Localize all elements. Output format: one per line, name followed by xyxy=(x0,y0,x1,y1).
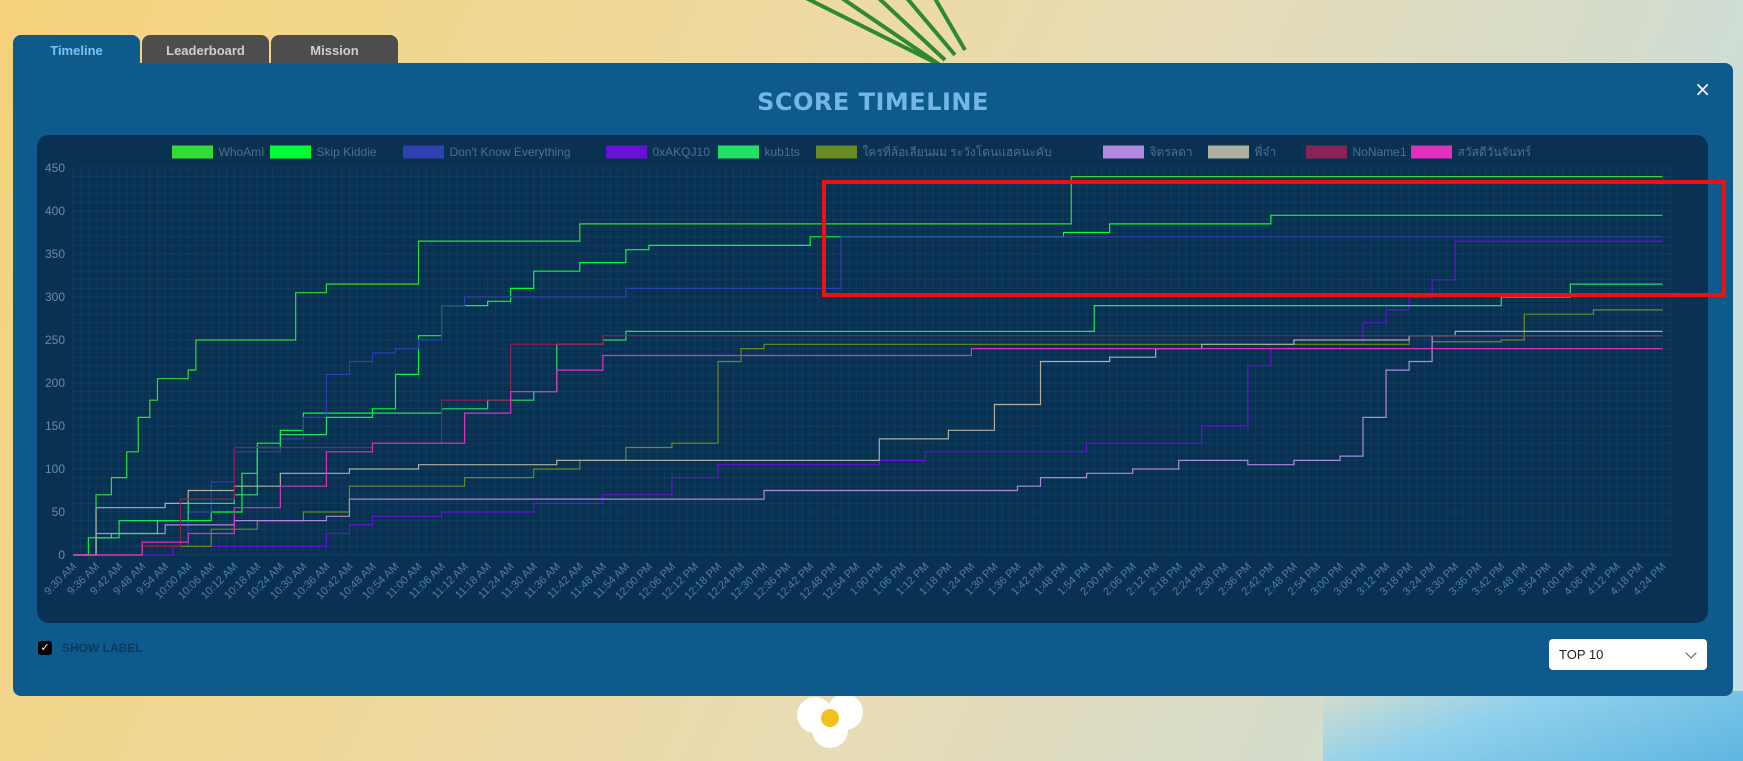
legend-swatch xyxy=(172,145,213,159)
legend-swatch xyxy=(270,145,311,159)
top-n-select-value: TOP 10 xyxy=(1559,647,1604,662)
legend-label: ใครที่ล้อเลียนผม ระวังโดนแฮคนะคับ xyxy=(863,143,1052,159)
highlight-box xyxy=(822,180,1726,297)
legend-label: สวัสดีวันจันทร์ xyxy=(1458,145,1532,159)
tab-mission[interactable]: Mission xyxy=(271,35,398,65)
y-tick-label: 0 xyxy=(58,548,65,562)
flower-decoration xyxy=(797,694,863,748)
y-tick-label: 400 xyxy=(45,204,65,218)
timeline-panel: × SCORE TIMELINE 0 50 100 150 200 250 300 350 40… xyxy=(13,63,1733,696)
legend-swatch xyxy=(718,145,759,159)
legend-label: พี่จ๋า xyxy=(1255,143,1277,159)
tab-timeline[interactable]: Timeline xyxy=(13,35,140,65)
legend-label: WhoAmI xyxy=(219,145,265,159)
legend-swatch xyxy=(816,145,857,159)
legend-swatch xyxy=(1103,145,1144,159)
legend-swatch xyxy=(1208,145,1249,159)
legend-swatch xyxy=(1306,145,1347,159)
tab-leaderboard[interactable]: Leaderboard xyxy=(142,35,269,65)
y-tick-label: 200 xyxy=(45,376,65,390)
y-tick-label: 300 xyxy=(45,290,65,304)
legend-label: NoName1 xyxy=(1353,145,1407,159)
show-labels-toggle[interactable]: ✓ SHOW LABEL xyxy=(38,641,143,655)
y-tick-label: 150 xyxy=(45,419,65,433)
page-title: SCORE TIMELINE xyxy=(757,88,989,116)
y-tick-label: 50 xyxy=(52,505,66,519)
legend-label: จิตรลดา xyxy=(1150,145,1193,159)
show-labels-checkbox[interactable]: ✓ xyxy=(38,641,52,655)
tab-bar: Timeline Leaderboard Mission xyxy=(13,35,398,65)
legend-label: kub1ts xyxy=(765,145,800,159)
legend-label: 0xAKQJ10 xyxy=(653,145,711,159)
legend-swatch xyxy=(606,145,647,159)
y-tick-label: 100 xyxy=(45,462,65,476)
legend-label: Don't Know Everything xyxy=(450,145,571,159)
top-n-select[interactable]: TOP 10 xyxy=(1549,639,1707,670)
water-decoration xyxy=(1323,691,1743,761)
y-tick-label: 450 xyxy=(45,161,65,175)
legend-swatch xyxy=(403,145,444,159)
show-labels-label: SHOW LABEL xyxy=(62,641,143,655)
y-tick-label: 350 xyxy=(45,247,65,261)
legend-label: Skip Kiddie xyxy=(317,145,377,159)
legend-swatch xyxy=(1411,145,1452,159)
y-tick-label: 250 xyxy=(45,333,65,347)
chevron-down-icon xyxy=(1685,646,1697,659)
